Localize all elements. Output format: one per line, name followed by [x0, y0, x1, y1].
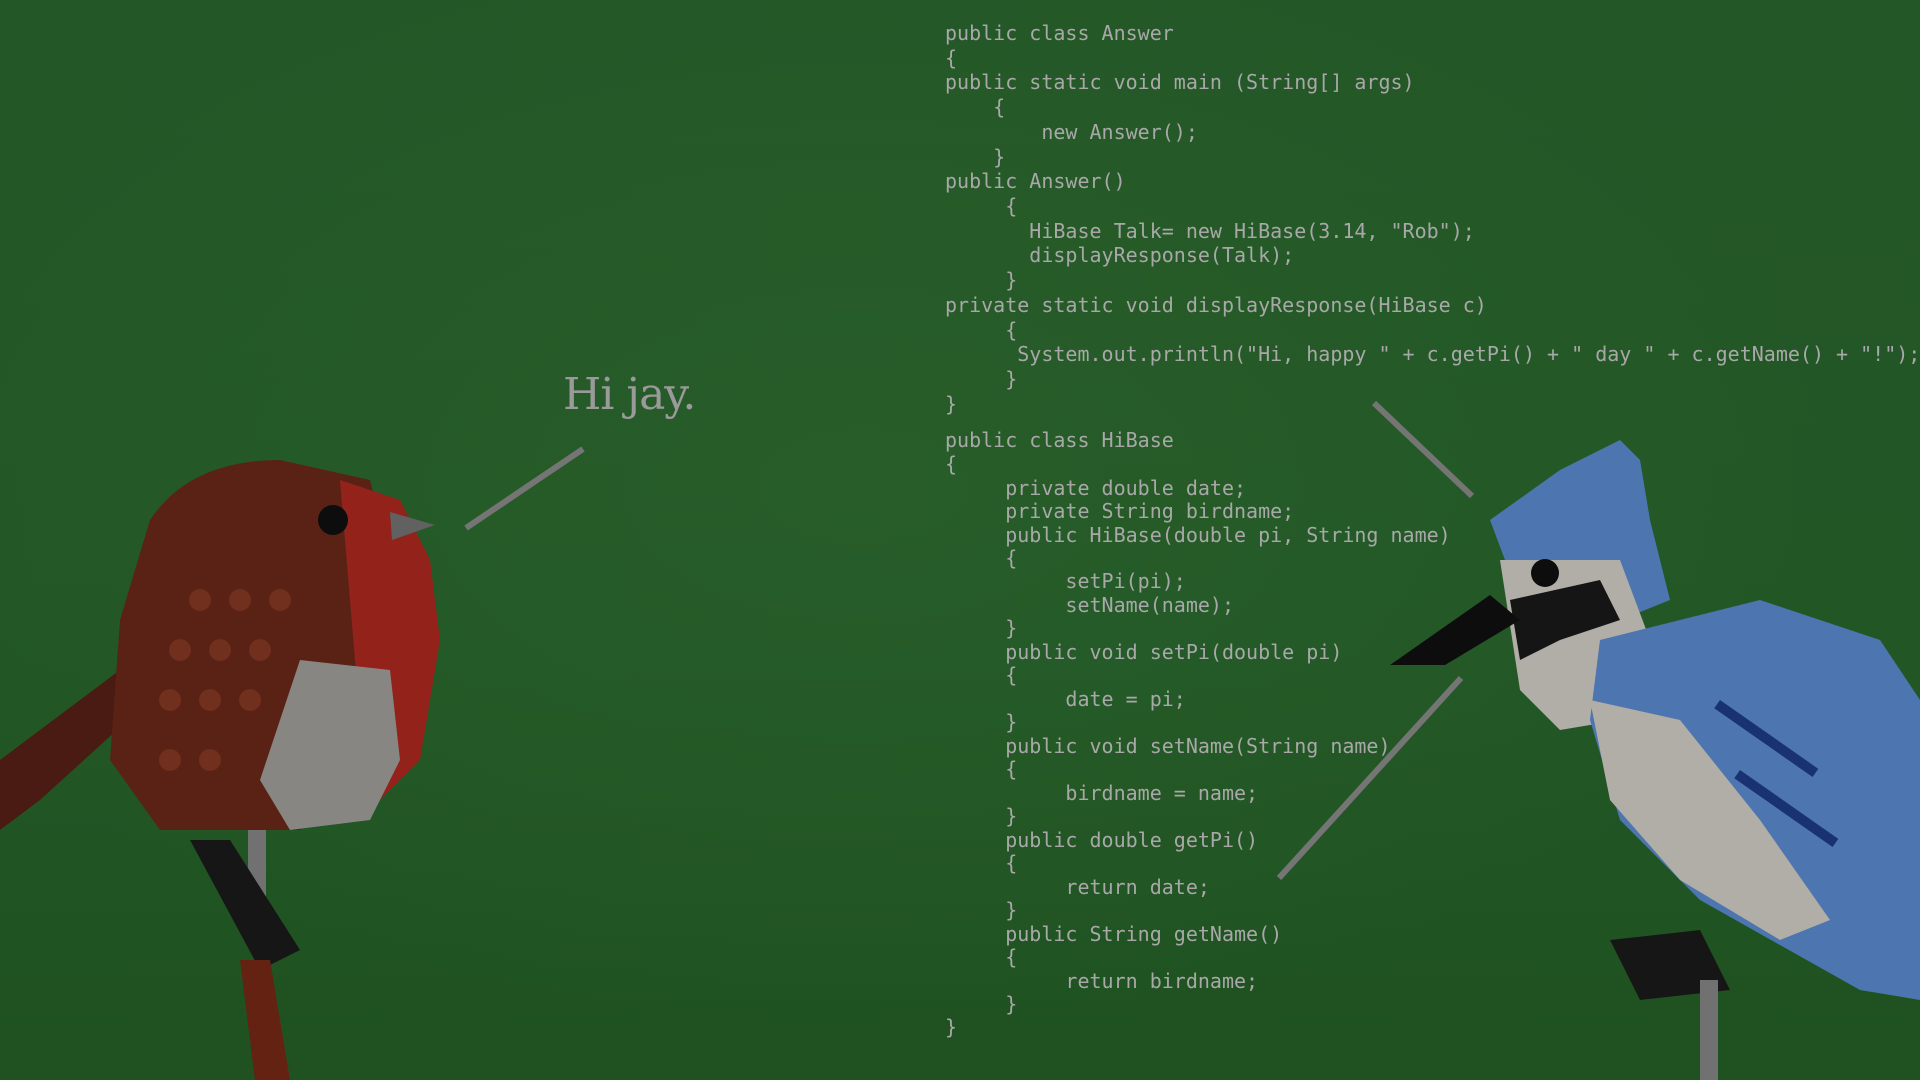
code-line: public String getName(): [945, 922, 1283, 946]
code-line: public double getPi(): [945, 828, 1259, 852]
code-line: {: [945, 95, 1006, 119]
code-line: {: [945, 757, 1018, 781]
code-line: private String birdname;: [945, 499, 1295, 523]
code-line: {: [945, 452, 958, 476]
code-line: }: [945, 268, 1018, 292]
code-line: public Answer(): [945, 169, 1126, 193]
code-line: birdname = name;: [945, 781, 1259, 805]
code-line: return date;: [945, 875, 1210, 899]
code-line: }: [945, 367, 1018, 391]
code-line: {: [945, 318, 1018, 342]
code-line: {: [945, 46, 958, 70]
code-line: }: [945, 145, 1006, 169]
code-line: {: [945, 945, 1018, 969]
code-line: return birdname;: [945, 969, 1259, 993]
code-line: }: [945, 898, 1018, 922]
code-line: }: [945, 392, 958, 416]
code-line: HiBase Talk= new HiBase(3.14, "Rob");: [945, 219, 1475, 243]
code-line: }: [945, 616, 1018, 640]
code-line: }: [945, 992, 1018, 1016]
code-line: public HiBase(double pi, String name): [945, 523, 1451, 547]
code-line: public class HiBase: [945, 428, 1174, 452]
code-line: }: [945, 1015, 958, 1039]
code-line: setName(name);: [945, 593, 1234, 617]
code-line: public void setName(String name): [945, 734, 1391, 758]
code-line: setPi(pi);: [945, 569, 1186, 593]
code-line: displayResponse(Talk);: [945, 243, 1295, 267]
code-line: }: [945, 710, 1018, 734]
code-line: public class Answer: [945, 21, 1174, 45]
code-line: }: [945, 804, 1018, 828]
code-line: System.out.println("Hi, happy " + c.getP…: [945, 342, 1920, 366]
code-line: {: [945, 851, 1018, 875]
code-line: {: [945, 546, 1018, 570]
robin-speech-text: Hi jay.: [563, 369, 696, 420]
code-line: {: [945, 194, 1018, 218]
code-line: date = pi;: [945, 687, 1186, 711]
code-line: private static void displayResponse(HiBa…: [945, 293, 1487, 317]
code-line: new Answer();: [945, 120, 1198, 144]
code-line: private double date;: [945, 476, 1247, 500]
code-line: public void setPi(double pi): [945, 640, 1343, 664]
code-line: public static void main (String[] args): [945, 70, 1415, 94]
code-line: {: [945, 663, 1018, 687]
